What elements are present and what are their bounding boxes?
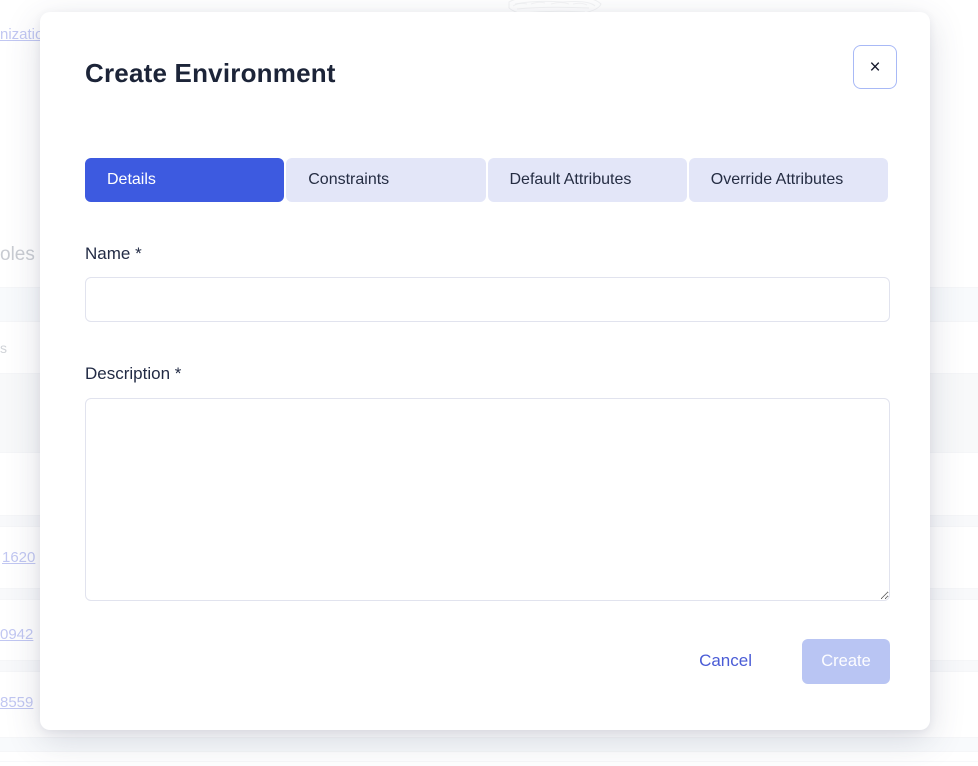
create-button[interactable]: Create [802, 639, 890, 684]
screen: nizatio oles s 1620 0942 8559 Create Env… [0, 0, 978, 766]
name-label: Name * [85, 244, 142, 264]
tab-constraints[interactable]: Constraints [286, 158, 485, 202]
description-textarea[interactable] [85, 398, 890, 601]
dialog-tabs: Details Constraints Default Attributes O… [85, 158, 888, 202]
dialog-title: Create Environment [85, 58, 336, 89]
create-environment-dialog: Create Environment × Details Constraints… [40, 12, 930, 730]
tab-details[interactable]: Details [85, 158, 284, 202]
dialog-footer: Cancel Create [699, 638, 890, 684]
close-icon: × [869, 58, 880, 77]
close-button[interactable]: × [853, 45, 897, 89]
name-input[interactable] [85, 277, 890, 322]
description-label: Description * [85, 364, 181, 384]
tab-default-attributes[interactable]: Default Attributes [488, 158, 687, 202]
cancel-button[interactable]: Cancel [699, 651, 752, 671]
tab-override-attributes[interactable]: Override Attributes [689, 158, 888, 202]
